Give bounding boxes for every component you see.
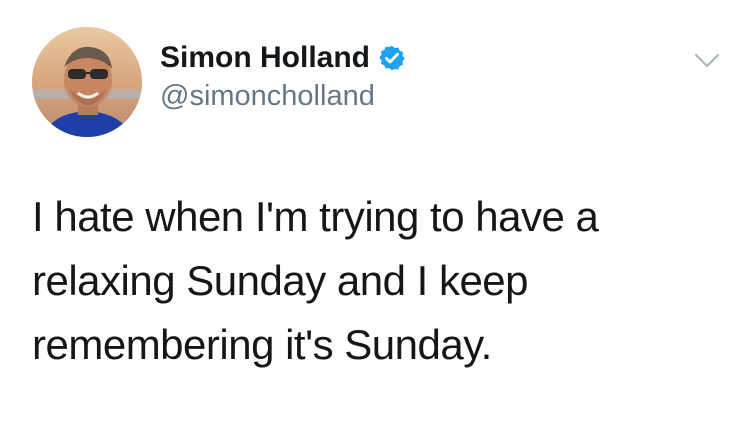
author-avatar[interactable] (32, 27, 142, 137)
avatar-photo-icon (32, 27, 142, 137)
tweet-text-line: I hate when I'm trying to have a (32, 193, 599, 240)
tweet-text-line: relaxing Sunday and I keep (32, 257, 529, 304)
chevron-down-icon[interactable] (694, 52, 720, 70)
author-name-row: Simon Holland (160, 38, 406, 78)
tweet-card: Simon Holland @simoncholland I hate when… (0, 0, 750, 442)
verified-badge-icon (378, 44, 406, 72)
author-display-name[interactable]: Simon Holland (160, 41, 370, 75)
tweet-text-line: remembering it's Sunday. (32, 321, 492, 368)
tweet-text: I hate when I'm trying to have a relaxin… (32, 185, 722, 377)
author-handle[interactable]: @simoncholland (160, 80, 375, 113)
